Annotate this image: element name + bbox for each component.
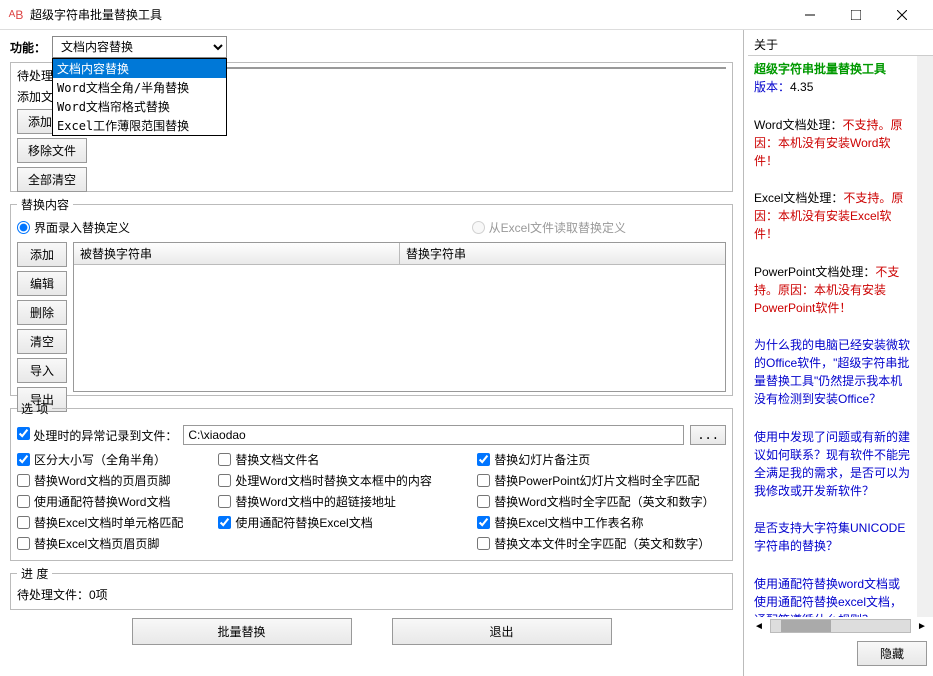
scroll-right-icon[interactable]: ► (915, 621, 929, 632)
app-icon: AB (8, 7, 24, 23)
options-legend: 选 项 (17, 400, 52, 417)
titlebar: AB 超级字符串批量替换工具 (0, 0, 933, 30)
clear-rule-button[interactable]: 清空 (17, 329, 67, 354)
progress-text: 待处理文件：0项 (17, 586, 726, 603)
about-title: 关于 (748, 34, 933, 56)
opt-excel-wildcard[interactable]: 使用通配符替换Excel文档 (218, 514, 467, 531)
browse-button[interactable]: ... (690, 425, 726, 445)
maximize-button[interactable] (833, 0, 879, 30)
opt-word-textbox[interactable]: 处理Word文档时替换文本框中的内容 (218, 472, 467, 489)
replace-legend: 替换内容 (17, 196, 73, 213)
faq-link[interactable]: 为什么我的电脑已经安装微软的Office软件，"超级字符串批量替换工具"仍然提示… (754, 336, 911, 408)
opt-word-hyperlink[interactable]: 替换Word文档中的超链接地址 (218, 493, 467, 510)
radio-ui-input[interactable]: 界面录入替换定义 (17, 219, 130, 236)
progress-group: 进 度 待处理文件：0项 (10, 565, 733, 610)
opt-excel-sheets[interactable]: 替换Excel文档中工作表名称 (477, 514, 726, 531)
opt-rename[interactable]: 替换文档文件名 (218, 451, 467, 468)
faq-link[interactable]: 使用通配符替换word文档或使用通配符替换excel文档，通配符遵循什么规则？ (754, 575, 911, 618)
opt-ppt-whole[interactable]: 替换PowerPoint幻灯片文档时全字匹配 (477, 472, 726, 489)
function-dropdown[interactable]: 文档内容替换 Word文档全角/半角替换 Word文档帘格式替换 Excel工作… (52, 58, 227, 136)
about-scrollbar[interactable] (917, 56, 933, 617)
rules-table[interactable]: 被替换字符串 替换字符串 (73, 242, 726, 392)
hide-button[interactable]: 隐藏 (857, 641, 927, 666)
dropdown-option[interactable]: Word文档帘格式替换 (53, 97, 226, 116)
window-title: 超级字符串批量替换工具 (30, 6, 787, 23)
remove-file-button[interactable]: 移除文件 (17, 138, 87, 163)
dropdown-option[interactable]: 文档内容替换 (53, 59, 226, 78)
about-body: 超级字符串批量替换工具 版本：4.35 Word文档处理：不支持。原因：本机没有… (748, 56, 917, 617)
delete-rule-button[interactable]: 删除 (17, 300, 67, 325)
import-rule-button[interactable]: 导入 (17, 358, 67, 383)
close-button[interactable] (879, 0, 925, 30)
opt-word-hf[interactable]: 替换Word文档的页眉页脚 (17, 472, 208, 489)
about-name: 超级字符串批量替换工具 (754, 60, 911, 78)
minimize-button[interactable] (787, 0, 833, 30)
edit-rule-button[interactable]: 编辑 (17, 271, 67, 296)
opt-ppt-notes[interactable]: 替换幻灯片备注页 (477, 451, 726, 468)
col-to: 替换字符串 (400, 243, 725, 264)
scroll-left-icon[interactable]: ◄ (752, 621, 766, 632)
opt-case[interactable]: 区分大小写（全角半角） (17, 451, 208, 468)
function-select[interactable]: 文档内容替换 (52, 36, 227, 58)
log-path-input[interactable] (183, 425, 684, 445)
col-from: 被替换字符串 (74, 243, 400, 264)
log-checkbox[interactable]: 处理时的异常记录到文件： (17, 427, 177, 444)
opt-txt-whole[interactable]: 替换文本文件时全字匹配（英文和数字） (477, 535, 726, 552)
opt-word-whole[interactable]: 替换Word文档时全字匹配（英文和数字） (477, 493, 726, 510)
add-rule-button[interactable]: 添加 (17, 242, 67, 267)
faq-link[interactable]: 使用中发现了问题或有新的建议如何联系？现有软件不能完全满足我的需求，是否可以为我… (754, 428, 911, 500)
about-panel: 关于 超级字符串批量替换工具 版本：4.35 Word文档处理：不支持。原因：本… (743, 30, 933, 676)
about-hscroll[interactable]: ◄ ► (748, 617, 933, 635)
run-button[interactable]: 批量替换 (132, 618, 352, 645)
clear-files-button[interactable]: 全部清空 (17, 167, 87, 192)
replace-group: 替换内容 界面录入替换定义 从Excel文件读取替换定义 添加 编辑 删除 清空… (10, 196, 733, 396)
opt-word-wildcard[interactable]: 使用通配符替换Word文档 (17, 493, 208, 510)
opt-excel-format[interactable]: 替换Excel文档时单元格匹配 (17, 514, 208, 531)
options-group: 选 项 处理时的异常记录到文件： ... 区分大小写（全角半角） 替换文档文件名… (10, 400, 733, 561)
exit-button[interactable]: 退出 (392, 618, 612, 645)
dropdown-option[interactable]: Word文档全角/半角替换 (53, 78, 226, 97)
dropdown-option[interactable]: Excel工作薄限范围替换 (53, 116, 226, 135)
opt-excel-hf[interactable]: 替换Excel文档页眉页脚 (17, 535, 208, 552)
progress-legend: 进 度 (17, 565, 52, 582)
function-label: 功能： (10, 39, 46, 56)
faq-link[interactable]: 是否支持大字符集UNICODE字符串的替换？ (754, 519, 911, 555)
radio-excel-input: 从Excel文件读取替换定义 (472, 219, 626, 236)
